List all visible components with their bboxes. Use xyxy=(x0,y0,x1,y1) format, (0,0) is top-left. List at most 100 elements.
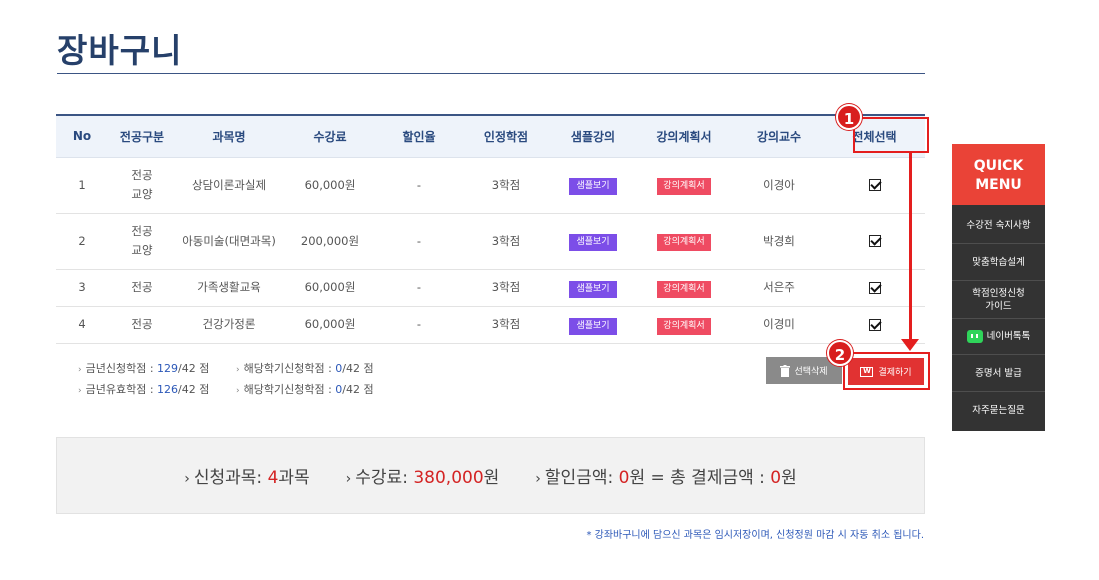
credit-value: 126 xyxy=(157,383,179,396)
row-credit: 3학점 xyxy=(460,269,552,307)
row-plan: 강의계획서 xyxy=(634,269,734,307)
chevron-right-icon: › xyxy=(78,365,82,375)
chevron-right-icon: › xyxy=(236,365,240,375)
row-sample: 샘플보기 xyxy=(552,269,634,307)
row-course: 상담이론과실제 xyxy=(176,156,282,214)
cart-table: No 전공구분 과목명 수강료 할인율 인정학점 샘플강의 강의계획서 강의교수… xyxy=(56,114,925,344)
row-plan: 강의계획서 xyxy=(634,156,734,214)
quick-item-study-plan[interactable]: 맞춤학습설계 xyxy=(952,244,1045,281)
table-row: 4 전공 건강가정론 60,000원 - 3학점 샘플보기 강의계획서 이경미 xyxy=(56,306,925,344)
syllabus-button[interactable]: 강의계획서 xyxy=(657,178,711,195)
header-discount: 할인율 xyxy=(402,129,436,144)
chevron-right-icon: › xyxy=(236,386,240,396)
row-no: 3 xyxy=(56,269,108,307)
header-professor: 강의교수 xyxy=(756,129,802,144)
credit-label: 해당학기신청학점 : xyxy=(243,362,332,375)
row-sample: 샘플보기 xyxy=(552,213,634,270)
credit-max: /42 점 xyxy=(178,383,210,396)
row-credit: 3학점 xyxy=(460,213,552,270)
table-row: 1 전공 교양 상담이론과실제 60,000원 - 3학점 샘플보기 강의계획서 … xyxy=(56,156,925,214)
chevron-right-icon: › xyxy=(345,471,352,487)
annotation-box-select-all xyxy=(853,117,929,153)
row-type: 전공 교양 xyxy=(108,213,176,270)
quick-menu: QUICK MENU 수강전 숙지사항 맞춤학습설계 학점인정신청 가이드 네이버톡… xyxy=(952,144,1045,431)
quick-item-pre-notice[interactable]: 수강전 숙지사항 xyxy=(952,207,1045,244)
header-fee: 수강료 xyxy=(313,129,347,144)
credit-max: /42 점 xyxy=(342,383,374,396)
header-type: 전공구분 xyxy=(119,129,165,144)
header-sample: 샘플강의 xyxy=(570,129,616,144)
row-professor: 박경희 xyxy=(734,213,824,270)
table-row: 2 전공 교양 아동미술(대면과목) 200,000원 - 3학점 샘플보기 강의… xyxy=(56,213,925,270)
row-type: 전공교양 xyxy=(108,156,176,214)
row-course: 건강가정론 xyxy=(176,306,282,344)
title-divider xyxy=(57,73,925,74)
delete-label: 선택삭제 xyxy=(794,367,828,377)
header-plan: 강의계획서 xyxy=(656,129,712,144)
quick-menu-title: QUICK MENU xyxy=(952,144,1045,205)
row-discount: - xyxy=(378,269,460,307)
term-applied-credits: › 해당학기신청학점 : 0/42 점 xyxy=(236,360,374,376)
summary-courses: › 신청과목: 4과목 xyxy=(184,468,310,488)
row-type: 전공 xyxy=(108,269,176,307)
row-sample: 샘플보기 xyxy=(552,156,634,214)
row-checkbox[interactable] xyxy=(868,235,881,247)
syllabus-button[interactable]: 강의계획서 xyxy=(657,280,711,298)
row-type: 전공 xyxy=(108,306,176,344)
year-valid-credits: › 금년유효학점 : 126/42 점 xyxy=(78,381,209,397)
quick-item-faq[interactable]: 자주묻는질문 xyxy=(952,392,1045,429)
type-primary: 전공 xyxy=(131,168,153,182)
credit-label: 금년유효학점 : xyxy=(85,383,154,396)
row-course: 가족생활교육 xyxy=(176,269,282,307)
page-title: 장바구니 xyxy=(57,31,183,70)
sample-button[interactable]: 샘플보기 xyxy=(569,280,617,298)
row-credit: 3학점 xyxy=(460,156,552,214)
row-fee: 60,000원 xyxy=(282,306,378,344)
header-no: No xyxy=(72,129,92,144)
quick-item-certificate[interactable]: 증명서 발급 xyxy=(952,355,1045,392)
syllabus-button[interactable]: 강의계획서 xyxy=(657,234,711,251)
summary-fee: › 수강료: 380,000원 xyxy=(345,468,500,488)
row-plan: 강의계획서 xyxy=(634,306,734,344)
arrow-down-icon xyxy=(901,339,919,351)
sample-button[interactable]: 샘플보기 xyxy=(569,234,617,251)
row-no: 1 xyxy=(56,156,108,214)
row-no: 4 xyxy=(56,306,108,344)
sample-button[interactable]: 샘플보기 xyxy=(569,178,617,195)
naver-talk-icon xyxy=(966,330,983,343)
row-checkbox[interactable] xyxy=(868,281,881,294)
annotation-box-checkout xyxy=(843,352,930,390)
credit-label: 해당학기신청학점 : xyxy=(243,383,332,396)
syllabus-button[interactable]: 강의계획서 xyxy=(657,317,711,335)
chevron-right-icon: › xyxy=(78,386,82,396)
row-checkbox[interactable] xyxy=(868,318,881,331)
row-plan: 강의계획서 xyxy=(634,213,734,270)
summary-discount-total: › 할인금액: 0원 = 총 결제금액 : 0원 xyxy=(535,468,797,488)
quick-item-credit-guide[interactable]: 학점인정신청 가이드 xyxy=(952,281,1045,319)
header-course: 과목명 xyxy=(212,129,246,144)
row-fee: 60,000원 xyxy=(282,269,378,307)
row-no: 2 xyxy=(56,213,108,270)
table-row: 3 전공 가족생활교육 60,000원 - 3학점 샘플보기 강의계획서 서은주 xyxy=(56,269,925,307)
row-professor: 이경미 xyxy=(734,306,824,344)
row-credit: 3학점 xyxy=(460,306,552,344)
chevron-right-icon: › xyxy=(535,471,541,487)
row-fee: 60,000원 xyxy=(282,156,378,214)
table-header-row: No 전공구분 과목명 수강료 할인율 인정학점 샘플강의 강의계획서 강의교수… xyxy=(56,115,925,157)
credit-max: /42 점 xyxy=(342,362,374,375)
annotation-connector xyxy=(909,153,912,341)
term-pending-credits: › 해당학기신청학점 : 0/42 점 xyxy=(236,381,374,397)
credit-label: 금년신청학점 : xyxy=(85,362,154,375)
year-applied-credits: › 금년신청학점 : 129/42 점 xyxy=(78,360,209,376)
quick-menu-list: 수강전 숙지사항 맞춤학습설계 학점인정신청 가이드 네이버톡톡 증명서 발급 자… xyxy=(952,205,1045,431)
chevron-right-icon: › xyxy=(184,471,190,487)
row-sample: 샘플보기 xyxy=(552,306,634,344)
row-discount: - xyxy=(378,156,460,214)
annotation-badge-1: 1 xyxy=(836,104,862,130)
payment-summary: › 신청과목: 4과목 › 수강료: 380,000원 › 할인금액: 0원 = 총 … xyxy=(56,437,925,514)
type-secondary: 교양 xyxy=(131,243,153,257)
type-secondary: 교양 xyxy=(131,187,153,201)
quick-item-naver-talk[interactable]: 네이버톡톡 xyxy=(952,319,1045,355)
row-checkbox[interactable] xyxy=(868,179,881,191)
sample-button[interactable]: 샘플보기 xyxy=(569,317,617,335)
